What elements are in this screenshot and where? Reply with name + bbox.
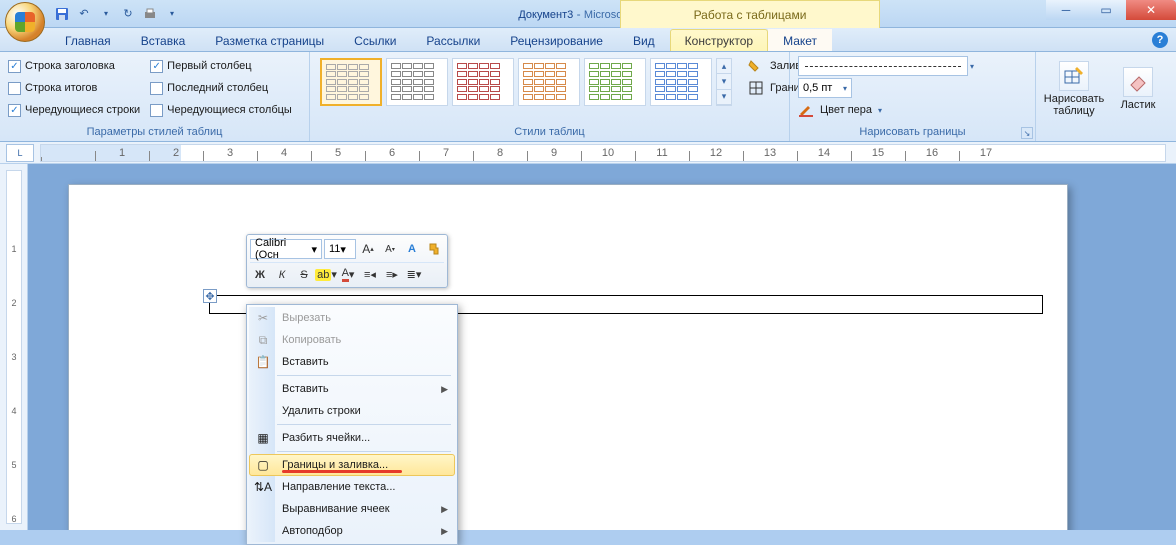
style-thumb-2[interactable]: for(let i=0;i<20;i++)document.write('<sp… [386, 58, 448, 106]
ruler-corner[interactable]: L [6, 144, 34, 162]
tab-references[interactable]: Ссылки [339, 29, 411, 51]
ctx-copy: ⧉Копировать [249, 329, 455, 351]
group-title-style-options: Параметры стилей таблиц [8, 125, 301, 139]
tab-layout[interactable]: Макет [768, 29, 832, 51]
shrink-font-icon[interactable]: A▾ [380, 239, 400, 259]
chk-banded-cols[interactable]: Чередующиеся столбцы [150, 100, 292, 120]
cut-icon: ✂ [254, 309, 272, 327]
tab-mailings[interactable]: Рассылки [411, 29, 495, 51]
chk-first-col[interactable]: ✓Первый столбец [150, 56, 292, 76]
tab-insert[interactable]: Вставка [126, 29, 201, 51]
style-thumb-6[interactable]: for(let i=0;i<20;i++)document.write('<sp… [650, 58, 712, 106]
styles-icon[interactable]: A [402, 239, 422, 259]
qat-redo-icon[interactable]: ↻ [118, 4, 138, 24]
line-style-combo[interactable] [798, 56, 968, 76]
chk-header-row[interactable]: ✓Строка заголовка [8, 56, 140, 76]
group-title-table-styles: Стили таблиц [318, 125, 781, 139]
group-launcher-icon[interactable]: ↘ [1021, 127, 1033, 139]
ribbon-tabs: Главная Вставка Разметка страницы Ссылки… [0, 28, 1176, 52]
ctx-autofit[interactable]: Автоподбор▶ [249, 520, 455, 542]
close-button[interactable]: ✕ [1126, 0, 1176, 20]
vertical-ruler[interactable]: 1 2 3 4 5 6 [0, 164, 28, 530]
font-combo[interactable]: Calibri (Осн▾ [250, 239, 322, 259]
qat-undo-more[interactable]: ▾ [96, 4, 116, 24]
bold-icon[interactable]: Ж [250, 265, 270, 285]
style-thumb-3[interactable]: for(let i=0;i<20;i++)document.write('<sp… [452, 58, 514, 106]
copy-icon: ⧉ [254, 331, 272, 349]
style-thumb-5[interactable]: for(let i=0;i<20;i++)document.write('<sp… [584, 58, 646, 106]
ctx-text-direction[interactable]: ⇅AНаправление текста... [249, 476, 455, 498]
office-button[interactable] [5, 2, 45, 42]
gallery-more[interactable]: ▴▾▾ [716, 58, 732, 106]
submenu-arrow-icon: ▶ [441, 384, 448, 395]
ctx-paste[interactable]: 📋Вставить [249, 351, 455, 373]
ruler-row: L 1234567891011121314151617 [0, 142, 1176, 164]
table-move-handle-icon[interactable]: ✥ [203, 289, 217, 303]
chk-banded-rows[interactable]: ✓Чередующиеся строки [8, 100, 140, 120]
tab-design[interactable]: Конструктор [670, 29, 768, 51]
ctx-delete-rows[interactable]: Удалить строки [249, 400, 455, 422]
size-combo[interactable]: 11 ▾ [324, 239, 356, 259]
ctx-split-cells[interactable]: ▦Разбить ячейки... [249, 427, 455, 449]
paste-icon: 📋 [254, 353, 272, 371]
tab-review[interactable]: Рецензирование [495, 29, 618, 51]
annotation-underline [282, 470, 402, 473]
submenu-arrow-icon: ▶ [441, 526, 448, 537]
horizontal-ruler[interactable]: 1234567891011121314151617 [40, 144, 1166, 162]
qat-save-icon[interactable] [52, 4, 72, 24]
eraser-button[interactable]: Ластик [1114, 56, 1162, 122]
format-painter-icon[interactable] [424, 239, 444, 259]
line-width-combo[interactable]: 0,5 пт▾ [798, 78, 852, 98]
qat-print-icon[interactable] [140, 4, 160, 24]
mini-toolbar: Calibri (Осн▾ 11 ▾ A▴ A▾ A Ж К S ab▾ A▾ … [246, 234, 448, 288]
tab-home[interactable]: Главная [50, 29, 126, 51]
ctx-cut: ✂Вырезать [249, 307, 455, 329]
minimize-button[interactable]: ─ [1046, 0, 1086, 20]
chk-total-row[interactable]: Строка итогов [8, 78, 140, 98]
chk-last-col[interactable]: Последний столбец [150, 78, 292, 98]
draw-table-button[interactable]: Нарисовать таблицу [1044, 56, 1104, 122]
highlight-icon[interactable]: ab▾ [316, 265, 336, 285]
help-icon[interactable]: ? [1152, 32, 1168, 48]
increase-indent-icon[interactable]: ≡▸ [382, 265, 402, 285]
group-title-draw-borders: Нарисовать границы [798, 125, 1027, 139]
ctx-insert[interactable]: Вставить▶ [249, 378, 455, 400]
bullets-icon[interactable]: ≣▾ [404, 265, 424, 285]
decrease-indent-icon[interactable]: ≡◂ [360, 265, 380, 285]
maximize-button[interactable]: ▭ [1086, 0, 1126, 20]
qat-undo-icon[interactable]: ↶ [74, 4, 94, 24]
ctx-align-cells[interactable]: Выравнивание ячеек▶ [249, 498, 455, 520]
qat-customize-icon[interactable]: ▾ [162, 4, 182, 24]
borders-icon: ▢ [254, 456, 272, 474]
split-cells-icon: ▦ [254, 429, 272, 447]
contextual-tab-label: Работа с таблицами [620, 0, 880, 28]
pen-color-button[interactable]: Цвет пера ▾ [798, 100, 974, 120]
tab-page-layout[interactable]: Разметка страницы [200, 29, 339, 51]
table-styles-gallery[interactable]: for(let i=0;i<20;i++)document.write('<sp… [318, 56, 734, 108]
italic-icon[interactable]: К [272, 265, 292, 285]
style-thumb-4[interactable]: for(let i=0;i<20;i++)document.write('<sp… [518, 58, 580, 106]
document-page[interactable]: ✥ [68, 184, 1068, 530]
text-direction-icon: ⇅A [254, 478, 272, 496]
grow-font-icon[interactable]: A▴ [358, 239, 378, 259]
tab-view[interactable]: Вид [618, 29, 670, 51]
style-thumb-1[interactable]: for(let i=0;i<20;i++)document.write('<sp… [320, 58, 382, 106]
submenu-arrow-icon: ▶ [441, 504, 448, 515]
context-menu: ✂Вырезать ⧉Копировать 📋Вставить Вставить… [246, 304, 458, 545]
ctx-borders-shading[interactable]: ▢Границы и заливка... [249, 454, 455, 476]
quick-access-toolbar: ↶ ▾ ↻ ▾ [52, 4, 182, 24]
ribbon: ✓Строка заголовка Строка итогов ✓Чередую… [0, 52, 1176, 142]
font-color-icon[interactable]: A▾ [338, 265, 358, 285]
strike-icon[interactable]: S [294, 265, 314, 285]
